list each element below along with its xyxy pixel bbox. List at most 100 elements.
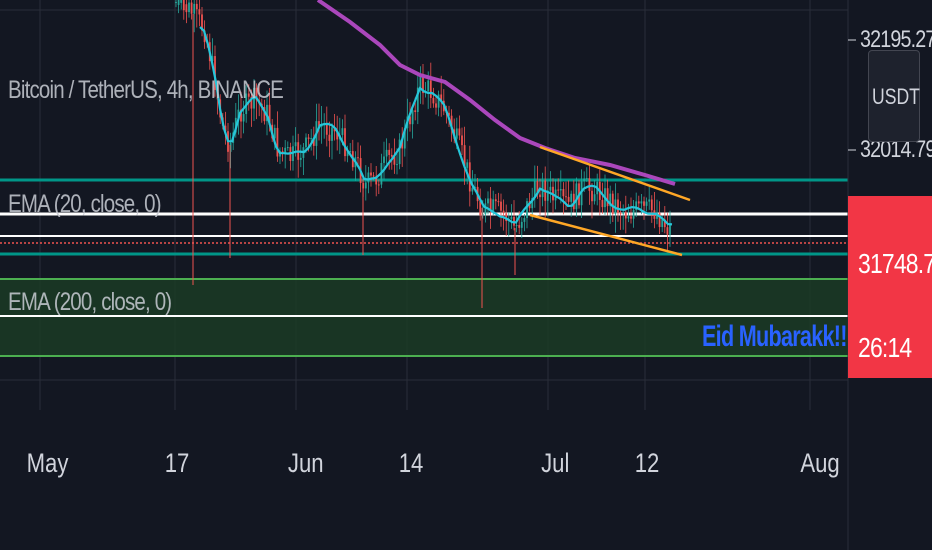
candle-body <box>567 196 570 202</box>
x-tick-label: Jul <box>541 448 570 478</box>
candle-body <box>515 225 518 227</box>
candle-body <box>364 182 367 189</box>
candle-body <box>523 218 526 222</box>
ema-200-legend[interactable]: EMA (200, close, 0) <box>8 288 172 317</box>
candle-body <box>385 149 388 157</box>
candle-body <box>518 225 521 228</box>
candle-body <box>307 137 310 139</box>
candle-body <box>198 9 201 15</box>
ema-20-line <box>199 26 673 226</box>
candle-body <box>242 114 245 122</box>
last-price-value: 31748.78 <box>858 248 932 279</box>
candle-body <box>435 103 437 108</box>
candle-body <box>570 193 573 202</box>
candle-body <box>502 210 505 214</box>
candle-body <box>299 157 302 160</box>
candle-body <box>479 201 482 216</box>
candle-body <box>583 178 586 182</box>
candle-body <box>565 196 567 198</box>
candle-body <box>182 0 185 11</box>
candle-body <box>539 194 541 198</box>
bar-countdown: 26:14 <box>858 332 912 363</box>
candle-body <box>193 3 196 14</box>
candle-body <box>492 199 495 211</box>
candle-body <box>276 127 279 157</box>
candle-body <box>377 184 380 186</box>
candle-body <box>414 110 417 113</box>
ema-200-line <box>316 0 676 186</box>
candle-body <box>601 199 604 208</box>
symbol-title[interactable]: Bitcoin / TetherUS, 4h, BINANCE <box>8 76 284 105</box>
candle-body <box>458 128 461 136</box>
candle-body <box>643 201 645 206</box>
candle-body <box>648 199 651 202</box>
candle-body <box>591 190 593 202</box>
candle-body <box>640 201 643 204</box>
x-tick-label: Jun <box>287 448 324 478</box>
candle-body <box>390 154 393 157</box>
candle-body <box>328 134 331 141</box>
candle-body <box>624 212 627 219</box>
candle-body <box>500 201 502 211</box>
candle-body <box>455 128 458 139</box>
candle-body <box>619 213 622 215</box>
candle-body <box>383 156 385 163</box>
candle-body <box>427 80 430 92</box>
candle-body <box>370 172 372 176</box>
candles-group <box>175 0 671 308</box>
candle-body <box>593 194 596 202</box>
candle-body <box>325 124 328 135</box>
candle-body <box>195 3 198 10</box>
candle-body <box>510 216 513 220</box>
candle-body <box>294 142 297 147</box>
candle-body <box>611 193 614 214</box>
candle-body <box>331 127 333 141</box>
candle-body <box>372 175 375 177</box>
candle-body <box>669 224 671 235</box>
candle-body <box>305 137 307 148</box>
annotation-text[interactable]: Eid Mubarakk!! <box>702 320 847 354</box>
candle-body <box>661 219 664 228</box>
candle-body <box>185 4 188 13</box>
candle-body <box>284 147 287 153</box>
candle-body <box>188 2 190 13</box>
candle-body <box>559 189 562 191</box>
candle-body <box>585 178 588 180</box>
candle-body <box>606 188 609 207</box>
candle-body <box>622 212 625 214</box>
candle-body <box>526 201 528 219</box>
candle-body <box>520 221 523 228</box>
candle-body <box>388 149 391 155</box>
ema-20-legend[interactable]: EMA (20, close, 0) <box>8 190 162 219</box>
candle-body <box>588 178 591 191</box>
candle-body <box>367 172 370 183</box>
candle-body <box>487 198 489 204</box>
candle-body <box>177 0 180 5</box>
x-tick-label: 14 <box>398 448 424 478</box>
x-tick-label: Aug <box>800 448 840 478</box>
candle-body <box>310 138 313 140</box>
candle-body <box>466 162 469 168</box>
candle-body <box>637 201 640 204</box>
candle-body <box>557 189 560 191</box>
x-tick-label: 12 <box>634 448 660 478</box>
candle-body <box>429 80 432 98</box>
candle-body <box>645 201 648 206</box>
currency-label[interactable]: USDT <box>872 84 920 110</box>
candle-body <box>650 199 653 211</box>
candle-body <box>497 201 500 203</box>
x-tick-label: May <box>26 448 69 478</box>
x-tick-label: 17 <box>164 448 190 478</box>
candle-body <box>175 1 177 3</box>
candle-body <box>562 189 565 197</box>
candle-body <box>617 199 619 214</box>
candle-body <box>575 183 578 210</box>
candle-body <box>627 216 630 219</box>
candle-body <box>344 128 346 157</box>
candle-body <box>286 147 289 149</box>
candle-body <box>494 199 497 202</box>
candle-body <box>666 227 669 235</box>
candle-body <box>190 2 193 14</box>
candle-body <box>180 0 183 3</box>
candle-body <box>411 110 414 125</box>
